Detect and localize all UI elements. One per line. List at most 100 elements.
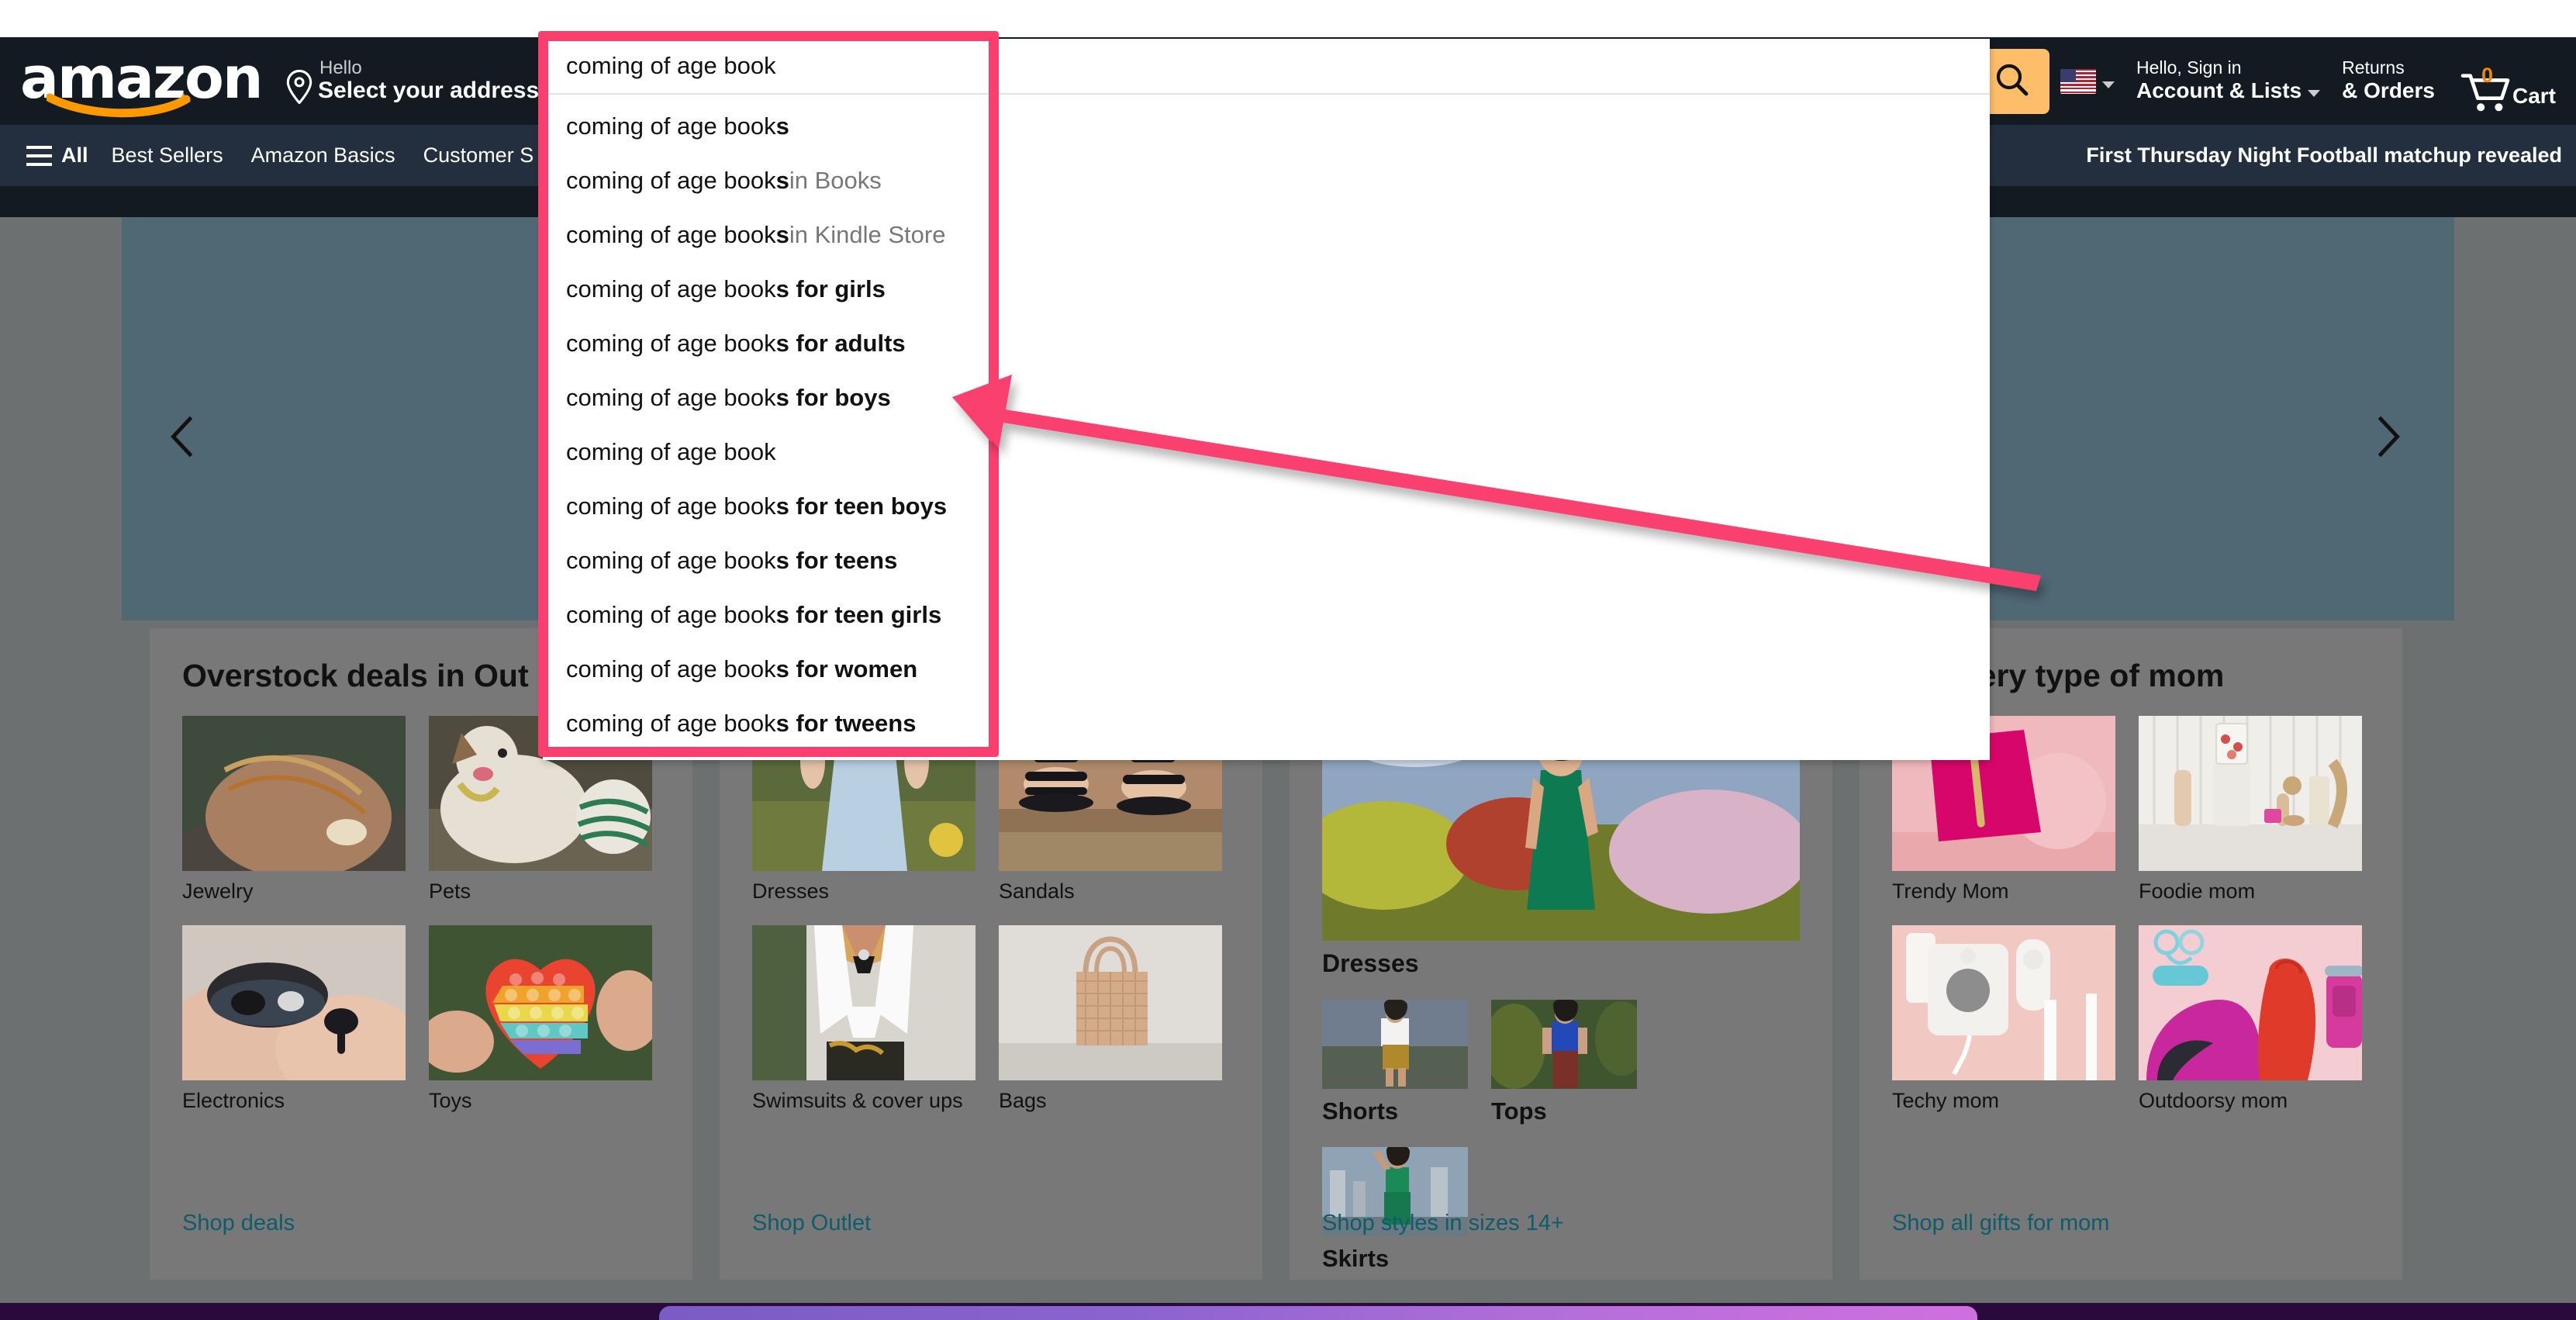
tile-label: Electronics <box>182 1089 406 1113</box>
returns-and-orders-button[interactable]: Returns & Orders <box>2331 50 2446 113</box>
tile-label: Trendy Mom <box>1892 879 2115 904</box>
nav-item-best-sellers[interactable]: Best Sellers <box>98 139 237 172</box>
tile-label: Outdoorsy mom <box>2139 1089 2362 1113</box>
suggestion-base: coming of age book <box>566 275 776 303</box>
amazon-logo[interactable]: amazon <box>20 51 253 112</box>
tile-label: Bags <box>999 1089 1222 1113</box>
search-query-echo[interactable]: coming of age book <box>543 39 1990 95</box>
card-link-shop-gifts[interactable]: Shop all gifts for mom <box>1892 1211 2109 1236</box>
cart-label: Cart <box>2512 84 2556 109</box>
nav-promo-message[interactable]: First Thursday Night Football matchup re… <box>2086 143 2562 168</box>
nav-item-customer-service[interactable]: Customer S <box>409 139 548 172</box>
chevron-right-icon <box>2375 415 2402 462</box>
tile-electronics[interactable]: Electronics <box>182 925 406 1113</box>
blender-kitchen-photo <box>2139 716 2362 871</box>
card-link-shop-outlet[interactable]: Shop Outlet <box>752 1211 871 1236</box>
delivery-address-button[interactable]: Hello Select your address <box>276 50 548 112</box>
suggestion-bold: s <box>776 221 789 249</box>
suggestion-item[interactable]: coming of age books for teens <box>543 534 1990 588</box>
suggestion-base: coming of age book <box>566 710 776 738</box>
suggestion-bold: s for boys <box>776 384 891 412</box>
suggestion-bold: s for adults <box>776 330 906 358</box>
jewelry-bracelet-photo <box>182 716 406 871</box>
suggestion-item[interactable]: coming of age books for boys <box>543 371 1990 425</box>
earbuds-in-hand-photo <box>182 925 406 1080</box>
tile-label: Tops <box>1491 1097 1637 1125</box>
suggestion-bold: s for teens <box>776 547 898 575</box>
suggestion-item[interactable]: coming of age books for teen boys <box>543 479 1990 534</box>
yellow-shorts-photo <box>1322 1000 1468 1089</box>
cart-button[interactable]: 0 Cart <box>2446 50 2567 113</box>
suggestion-bold: s for girls <box>776 275 886 303</box>
delivery-address-label: Select your address <box>318 78 539 105</box>
suggestion-item[interactable]: coming of age books for girls <box>543 262 1990 316</box>
country-selector[interactable] <box>2049 50 2125 112</box>
returns-label: Returns <box>2342 58 2435 78</box>
account-and-lists-button[interactable]: Hello, Sign in Account & Lists <box>2125 50 2331 113</box>
suggestion-bold: s for teen boys <box>776 492 948 520</box>
white-coverup-photo <box>752 925 975 1080</box>
cart-item-count: 0 <box>2481 64 2493 88</box>
tile-label: Pets <box>429 879 652 904</box>
suggestion-base: coming of age book <box>566 492 776 520</box>
suggestion-base: coming of age book <box>566 221 776 249</box>
carousel-next-button[interactable] <box>2361 411 2415 465</box>
account-greeting: Hello, Sign in <box>2136 58 2320 78</box>
tile-label: Swimsuits & cover ups <box>752 1089 975 1113</box>
tile-label: Foodie mom <box>2139 879 2362 904</box>
tile-jewelry[interactable]: Jewelry <box>182 716 406 904</box>
tile-outdoorsy-mom[interactable]: Outdoorsy mom <box>2139 925 2362 1113</box>
account-lists-label: Account & Lists <box>2136 78 2320 104</box>
suggestion-bold: s <box>776 112 789 140</box>
nav-all-menu-button[interactable]: All <box>17 139 98 172</box>
suggestion-item[interactable]: coming of age books for teen girls <box>543 588 1990 642</box>
bottom-purple-pill <box>659 1306 1977 1320</box>
woven-tote-bag-photo <box>999 925 1222 1080</box>
suggestion-item[interactable]: coming of age books <box>543 99 1990 154</box>
chevron-down-icon <box>2308 90 2320 97</box>
tile-techy-mom[interactable]: Techy mom <box>1892 925 2115 1113</box>
suggestion-item[interactable]: coming of age books for tweens <box>543 696 1990 751</box>
nav-item-amazon-basics[interactable]: Amazon Basics <box>237 139 409 172</box>
rainbow-popit-toy-photo <box>429 925 652 1080</box>
outdoor-gear-photo <box>2139 925 2362 1080</box>
suggestion-base: coming of age book <box>566 655 776 683</box>
tile-toys[interactable]: Toys <box>429 925 652 1113</box>
nav-all-label: All <box>61 143 88 168</box>
orders-label: & Orders <box>2342 78 2435 104</box>
tile-label: Shorts <box>1322 1097 1468 1125</box>
suggestion-item[interactable]: coming of age books for adults <box>543 316 1990 371</box>
card-link-shop-sizes[interactable]: Shop styles in sizes 14+ <box>1322 1211 1564 1236</box>
carousel-prev-button[interactable] <box>155 411 209 465</box>
suggestion-item[interactable]: coming of age books in Kindle Store <box>543 208 1990 262</box>
suggestion-item[interactable]: coming of age books in Books <box>543 154 1990 208</box>
suggestion-bold: s for tweens <box>776 710 917 738</box>
suggestion-bold: s for teen girls <box>776 601 942 629</box>
suggestion-dim: in Kindle Store <box>789 221 946 249</box>
suggestion-dim: in Books <box>789 167 882 195</box>
suggestion-base: coming of age book <box>566 547 776 575</box>
search-suggestions-panel: coming of age book coming of age booksco… <box>543 39 1990 760</box>
chevron-down-icon <box>2102 81 2115 88</box>
tile-tops[interactable]: Tops <box>1491 1000 1637 1125</box>
tile-swimsuits[interactable]: Swimsuits & cover ups <box>752 925 975 1113</box>
blue-top-photo <box>1491 1000 1637 1089</box>
tile-label: Toys <box>429 1089 652 1113</box>
tile-label: Skirts <box>1322 1245 1468 1273</box>
chevron-left-icon <box>169 415 195 462</box>
location-pin-icon <box>285 70 313 104</box>
header-right-actions: Hello, Sign in Account & Lists Returns &… <box>2049 47 2567 116</box>
us-flag-icon <box>2060 69 2096 94</box>
hamburger-menu-icon <box>26 146 52 166</box>
card-link-shop-deals[interactable]: Shop deals <box>182 1211 295 1236</box>
tile-bags[interactable]: Bags <box>999 925 1222 1113</box>
suggestion-item[interactable]: coming of age books for women <box>543 642 1990 696</box>
tile-label: Techy mom <box>1892 1089 2115 1113</box>
suggestion-item[interactable]: coming of age book <box>543 425 1990 479</box>
tile-label: Dresses <box>1322 949 1800 978</box>
tile-foodie-mom[interactable]: Foodie mom <box>2139 716 2362 904</box>
tile-shorts[interactable]: Shorts <box>1322 1000 1468 1125</box>
suggestion-base: coming of age book <box>566 384 776 412</box>
delivery-hello-label: Hello <box>318 58 539 78</box>
suggestion-base: coming of age book <box>566 167 776 195</box>
